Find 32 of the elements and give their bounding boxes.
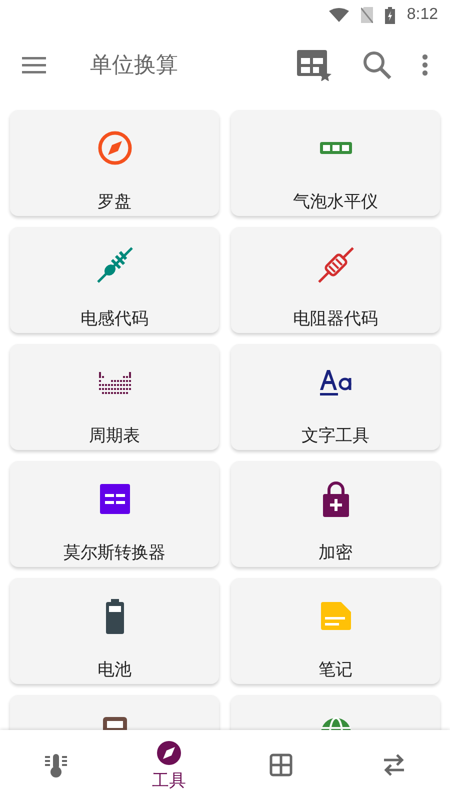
compass-icon: [154, 738, 183, 766]
tool-label: 电池: [98, 659, 132, 681]
search-icon[interactable]: [362, 50, 392, 80]
tool-card[interactable]: 电阻器代码: [231, 227, 440, 333]
more-options-icon[interactable]: [422, 54, 428, 76]
tool-card[interactable]: 气泡水平仪: [231, 110, 440, 216]
battery-charging-icon: [384, 6, 395, 24]
tool-label: 罗盘: [98, 191, 132, 213]
wifi-icon: [328, 8, 349, 22]
tool-card[interactable]: 莫尔斯转换器: [10, 461, 219, 567]
app-title: 单位换算: [90, 52, 179, 80]
tool-card[interactable]: 文字工具: [231, 344, 440, 450]
favorites-grid-icon[interactable]: [296, 49, 332, 81]
tool-label: 莫尔斯转换器: [64, 542, 166, 564]
tool-label: 笔记: [318, 659, 352, 681]
tool-label: 电感代码: [80, 308, 148, 330]
tool-card[interactable]: 周期表: [10, 344, 219, 450]
tool-card[interactable]: 罗盘: [10, 110, 219, 216]
nav-tab[interactable]: 工具: [112, 730, 225, 800]
tool-card[interactable]: 加密: [231, 461, 440, 567]
status-time: 8:12: [406, 6, 438, 24]
tool-label: 电阻器代码: [293, 308, 378, 330]
tool-label: 文字工具: [302, 425, 370, 447]
grid-icon: [267, 751, 296, 779]
tool-label: 加密: [318, 542, 352, 564]
tool-card[interactable]: 笔记: [231, 578, 440, 684]
tool-label: 周期表: [89, 425, 140, 447]
tool-label: 气泡水平仪: [293, 191, 378, 213]
tool-card[interactable]: 电池: [10, 578, 219, 684]
no-sim-icon: [360, 7, 373, 23]
menu-icon[interactable]: [22, 56, 46, 74]
tool-card[interactable]: 电感代码: [10, 227, 219, 333]
